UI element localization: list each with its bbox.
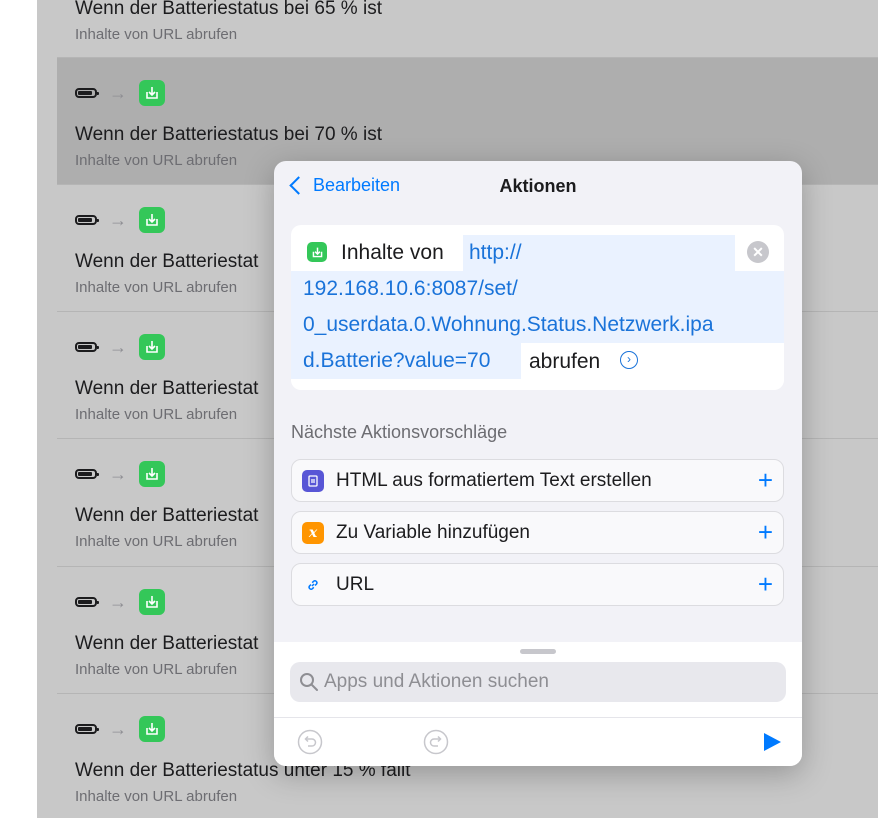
row-icons: → — [75, 334, 165, 360]
search-input[interactable]: Apps und Aktionen suchen — [290, 662, 786, 702]
url-token-line[interactable]: 0_userdata.0.Wohnung.Status.Netzwerk.ipa — [291, 307, 784, 343]
variable-icon: x — [302, 522, 324, 544]
plus-icon[interactable]: + — [758, 516, 773, 548]
arrow-right-icon: → — [109, 83, 127, 103]
plus-icon[interactable]: + — [758, 464, 773, 496]
download-icon — [139, 80, 165, 106]
row-icons: → — [75, 716, 165, 742]
redo-icon[interactable] — [423, 729, 449, 755]
arrow-right-icon: → — [109, 210, 127, 230]
suggestions-label: Nächste Aktionsvorschläge — [291, 422, 508, 442]
action-suffix: abrufen — [529, 350, 601, 373]
list-item-title: Wenn der Batteriestat — [75, 505, 259, 526]
row-icons: → — [75, 80, 165, 106]
suggestion-add-to-variable[interactable]: x Zu Variable hinzufügen + — [291, 511, 784, 554]
arrow-right-icon: → — [109, 337, 127, 357]
suggestion-label: Zu Variable hinzufügen — [336, 522, 530, 543]
modal-header: Bearbeiten Aktionen — [274, 161, 802, 213]
left-margin — [0, 0, 37, 818]
download-icon — [139, 207, 165, 233]
chevron-right-circle-icon[interactable]: › — [620, 351, 638, 369]
list-item-subtitle: Inhalte von URL abrufen — [75, 788, 238, 805]
suggestion-html-from-rich-text[interactable]: HTML aus formatiertem Text erstellen + — [291, 459, 784, 502]
url-token-line[interactable]: http:// — [463, 235, 735, 271]
download-icon — [139, 461, 165, 487]
list-item[interactable]: Wenn der Batteriestatus bei 65 % ist Inh… — [57, 0, 878, 58]
battery-icon — [75, 597, 99, 607]
battery-icon — [75, 724, 99, 734]
action-prefix: Inhalte von — [341, 241, 444, 264]
suggestion-url[interactable]: URL + — [291, 563, 784, 606]
list-item-subtitle: Inhalte von URL abrufen — [75, 661, 238, 678]
get-url-contents-action[interactable]: Inhalte von http:// ✕ 192.168.10.6:8087/… — [291, 225, 784, 390]
modal-title: Aktionen — [499, 176, 577, 196]
list-item-title: Wenn der Batteriestat — [75, 378, 259, 399]
list-item-title: Wenn der Batteriestat — [75, 633, 259, 654]
download-icon — [307, 242, 327, 262]
clear-icon[interactable]: ✕ — [747, 241, 769, 263]
suggestion-label: HTML aus formatiertem Text erstellen — [336, 470, 652, 491]
battery-icon — [75, 469, 99, 479]
battery-icon — [75, 215, 99, 225]
list-item-subtitle: Inhalte von URL abrufen — [75, 152, 238, 169]
list-item-subtitle: Inhalte von URL abrufen — [75, 279, 238, 296]
arrow-right-icon: → — [109, 719, 127, 739]
row-icons: → — [75, 461, 165, 487]
battery-icon — [75, 342, 99, 352]
link-icon — [302, 574, 324, 596]
battery-icon — [75, 88, 99, 98]
row-icons: → — [75, 207, 165, 233]
list-item-title: Wenn der Batteriestatus bei 70 % ist — [75, 124, 382, 145]
divider — [274, 717, 802, 718]
list-item-subtitle: Inhalte von URL abrufen — [75, 406, 238, 423]
search-placeholder: Apps und Aktionen suchen — [324, 671, 550, 692]
play-icon[interactable] — [762, 732, 782, 752]
plus-icon[interactable]: + — [758, 568, 773, 600]
search-sheet: Apps und Aktionen suchen — [274, 642, 802, 766]
url-token-line[interactable]: 192.168.10.6:8087/set/ — [291, 271, 784, 307]
list-item-subtitle: Inhalte von URL abrufen — [75, 26, 238, 43]
actions-modal: Bearbeiten Aktionen Inhalte von http:// … — [274, 161, 802, 766]
search-icon — [300, 673, 318, 691]
download-icon — [139, 716, 165, 742]
sheet-grabber[interactable] — [520, 649, 556, 654]
download-icon — [139, 589, 165, 615]
list-item-title: Wenn der Batteriestatus bei 65 % ist — [75, 0, 382, 19]
html-icon — [302, 470, 324, 492]
url-token-line[interactable]: d.Batterie?value=70 — [291, 343, 521, 379]
arrow-right-icon: → — [109, 592, 127, 612]
suggestion-label: URL — [336, 574, 375, 595]
list-item-title: Wenn der Batteriestat — [75, 251, 259, 272]
list-item-subtitle: Inhalte von URL abrufen — [75, 533, 238, 550]
row-icons: → — [75, 589, 165, 615]
undo-icon[interactable] — [297, 729, 323, 755]
download-icon — [139, 334, 165, 360]
arrow-right-icon: → — [109, 464, 127, 484]
